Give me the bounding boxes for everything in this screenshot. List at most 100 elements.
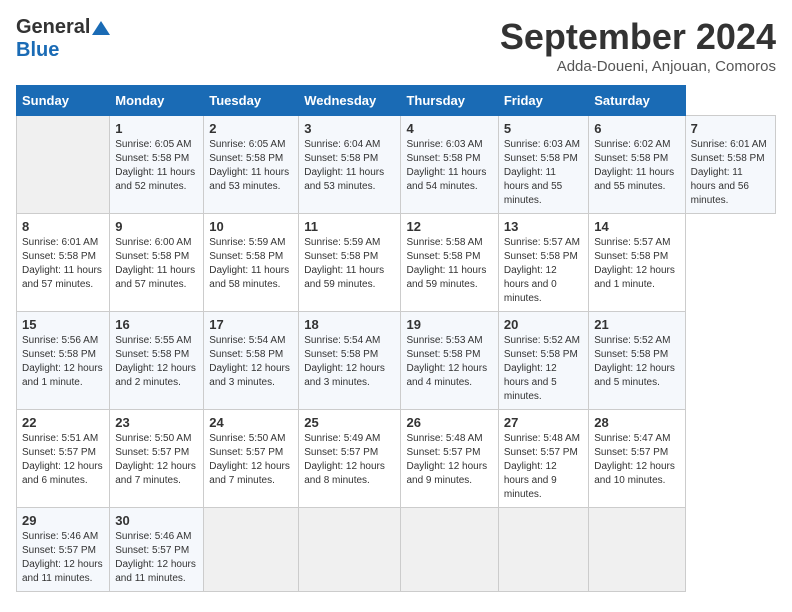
- calendar-week-4: 22Sunrise: 5:51 AMSunset: 5:57 PMDayligh…: [17, 410, 776, 508]
- day-info: Sunrise: 5:58 AMSunset: 5:58 PMDaylight:…: [406, 236, 492, 292]
- calendar-cell: 29 Sunrise: 5:46 AMSunset: 5:57 PMDayligh…: [17, 508, 110, 592]
- calendar-cell: [299, 508, 401, 592]
- calendar-cell: [17, 116, 110, 214]
- page-header: General Blue September 2024 Adda-Doueni,…: [16, 16, 776, 75]
- day-info: Sunrise: 5:57 AMSunset: 5:58 PMDaylight:…: [504, 236, 583, 306]
- calendar-week-2: 8Sunrise: 6:01 AMSunset: 5:58 PMDaylight…: [17, 214, 776, 312]
- day-number: 8: [22, 219, 104, 234]
- day-number: 16: [115, 317, 198, 332]
- calendar-cell: 11 Sunrise: 5:59 AMSunset: 5:58 PMDayligh…: [299, 214, 401, 312]
- day-info: Sunrise: 6:02 AMSunset: 5:58 PMDaylight:…: [594, 138, 679, 194]
- day-info: Sunrise: 6:03 AMSunset: 5:58 PMDaylight:…: [406, 138, 492, 194]
- day-info: Sunrise: 6:05 AMSunset: 5:58 PMDaylight:…: [115, 138, 198, 194]
- day-info: Sunrise: 5:48 AMSunset: 5:57 PMDaylight:…: [504, 432, 583, 502]
- header-cell-wednesday: Wednesday: [299, 86, 401, 116]
- calendar-cell: 13 Sunrise: 5:57 AMSunset: 5:58 PMDayligh…: [498, 214, 588, 312]
- calendar-cell: 30Sunrise: 5:46 AMSunset: 5:57 PMDayligh…: [110, 508, 204, 592]
- calendar-week-1: 1 Sunrise: 6:05 AMSunset: 5:58 PMDaylight…: [17, 116, 776, 214]
- calendar-subtitle: Adda-Doueni, Anjouan, Comoros: [500, 58, 776, 75]
- calendar-cell: 5 Sunrise: 6:03 AMSunset: 5:58 PMDaylight…: [498, 116, 588, 214]
- day-number: 6: [594, 121, 679, 136]
- day-number: 9: [115, 219, 198, 234]
- calendar-cell: 17Sunrise: 5:54 AMSunset: 5:58 PMDayligh…: [204, 312, 299, 410]
- calendar-cell: 26 Sunrise: 5:48 AMSunset: 5:57 PMDayligh…: [401, 410, 498, 508]
- calendar-cell: 9 Sunrise: 6:00 AMSunset: 5:58 PMDaylight…: [110, 214, 204, 312]
- calendar-cell: [204, 508, 299, 592]
- calendar-cell: 25 Sunrise: 5:49 AMSunset: 5:57 PMDayligh…: [299, 410, 401, 508]
- day-number: 19: [406, 317, 492, 332]
- day-number: 7: [691, 121, 770, 136]
- day-info: Sunrise: 6:05 AMSunset: 5:58 PMDaylight:…: [209, 138, 293, 194]
- calendar-cell: [589, 508, 685, 592]
- calendar-cell: 21 Sunrise: 5:52 AMSunset: 5:58 PMDayligh…: [589, 312, 685, 410]
- day-number: 24: [209, 415, 293, 430]
- header-cell-saturday: Saturday: [589, 86, 685, 116]
- day-info: Sunrise: 5:48 AMSunset: 5:57 PMDaylight:…: [406, 432, 492, 488]
- title-section: September 2024 Adda-Doueni, Anjouan, Com…: [500, 16, 776, 75]
- calendar-cell: [498, 508, 588, 592]
- calendar-week-3: 15Sunrise: 5:56 AMSunset: 5:58 PMDayligh…: [17, 312, 776, 410]
- calendar-cell: 14 Sunrise: 5:57 AMSunset: 5:58 PMDayligh…: [589, 214, 685, 312]
- day-number: 18: [304, 317, 395, 332]
- logo: General Blue: [16, 16, 112, 62]
- calendar-cell: 27 Sunrise: 5:48 AMSunset: 5:57 PMDayligh…: [498, 410, 588, 508]
- header-cell-tuesday: Tuesday: [204, 86, 299, 116]
- day-info: Sunrise: 5:49 AMSunset: 5:57 PMDaylight:…: [304, 432, 395, 488]
- header-cell-sunday: Sunday: [17, 86, 110, 116]
- calendar-cell: 20 Sunrise: 5:52 AMSunset: 5:58 PMDayligh…: [498, 312, 588, 410]
- day-number: 27: [504, 415, 583, 430]
- day-number: 2: [209, 121, 293, 136]
- day-info: Sunrise: 5:54 AMSunset: 5:58 PMDaylight:…: [304, 334, 395, 390]
- calendar-cell: [401, 508, 498, 592]
- day-info: Sunrise: 5:59 AMSunset: 5:58 PMDaylight:…: [209, 236, 293, 292]
- calendar-cell: 22Sunrise: 5:51 AMSunset: 5:57 PMDayligh…: [17, 410, 110, 508]
- day-info: Sunrise: 5:59 AMSunset: 5:58 PMDaylight:…: [304, 236, 395, 292]
- day-info: Sunrise: 6:04 AMSunset: 5:58 PMDaylight:…: [304, 138, 395, 194]
- calendar-cell: 8Sunrise: 6:01 AMSunset: 5:58 PMDaylight…: [17, 214, 110, 312]
- header-cell-friday: Friday: [498, 86, 588, 116]
- day-number: 14: [594, 219, 679, 234]
- calendar-header: SundayMondayTuesdayWednesdayThursdayFrid…: [17, 86, 776, 116]
- day-number: 22: [22, 415, 104, 430]
- calendar-title: September 2024: [500, 16, 776, 58]
- calendar-cell: 12Sunrise: 5:58 AMSunset: 5:58 PMDayligh…: [401, 214, 498, 312]
- calendar-cell: 15Sunrise: 5:56 AMSunset: 5:58 PMDayligh…: [17, 312, 110, 410]
- day-number: 4: [406, 121, 492, 136]
- day-number: 13: [504, 219, 583, 234]
- header-cell-monday: Monday: [110, 86, 204, 116]
- day-number: 5: [504, 121, 583, 136]
- logo-triangle-icon: [90, 19, 112, 37]
- day-info: Sunrise: 6:01 AMSunset: 5:58 PMDaylight:…: [691, 138, 770, 208]
- day-info: Sunrise: 5:46 AMSunset: 5:57 PMDaylight:…: [22, 530, 104, 586]
- calendar-cell: 18 Sunrise: 5:54 AMSunset: 5:58 PMDayligh…: [299, 312, 401, 410]
- calendar-cell: 23Sunrise: 5:50 AMSunset: 5:57 PMDayligh…: [110, 410, 204, 508]
- day-number: 11: [304, 219, 395, 234]
- day-number: 10: [209, 219, 293, 234]
- day-number: 29: [22, 513, 104, 528]
- day-info: Sunrise: 5:57 AMSunset: 5:58 PMDaylight:…: [594, 236, 679, 292]
- calendar-cell: 19 Sunrise: 5:53 AMSunset: 5:58 PMDayligh…: [401, 312, 498, 410]
- day-info: Sunrise: 5:52 AMSunset: 5:58 PMDaylight:…: [594, 334, 679, 390]
- day-info: Sunrise: 5:54 AMSunset: 5:58 PMDaylight:…: [209, 334, 293, 390]
- day-info: Sunrise: 5:50 AMSunset: 5:57 PMDaylight:…: [115, 432, 198, 488]
- day-number: 21: [594, 317, 679, 332]
- calendar-cell: 1 Sunrise: 6:05 AMSunset: 5:58 PMDaylight…: [110, 116, 204, 214]
- day-info: Sunrise: 6:03 AMSunset: 5:58 PMDaylight:…: [504, 138, 583, 208]
- calendar-cell: 6 Sunrise: 6:02 AMSunset: 5:58 PMDaylight…: [589, 116, 685, 214]
- calendar-cell: 24Sunrise: 5:50 AMSunset: 5:57 PMDayligh…: [204, 410, 299, 508]
- day-number: 1: [115, 121, 198, 136]
- calendar-table: SundayMondayTuesdayWednesdayThursdayFrid…: [16, 85, 776, 592]
- logo-general: General: [16, 16, 90, 39]
- day-info: Sunrise: 5:47 AMSunset: 5:57 PMDaylight:…: [594, 432, 679, 488]
- day-info: Sunrise: 5:52 AMSunset: 5:58 PMDaylight:…: [504, 334, 583, 404]
- day-number: 25: [304, 415, 395, 430]
- calendar-cell: 10 Sunrise: 5:59 AMSunset: 5:58 PMDayligh…: [204, 214, 299, 312]
- day-info: Sunrise: 6:00 AMSunset: 5:58 PMDaylight:…: [115, 236, 198, 292]
- day-number: 26: [406, 415, 492, 430]
- header-row: SundayMondayTuesdayWednesdayThursdayFrid…: [17, 86, 776, 116]
- calendar-cell: 4 Sunrise: 6:03 AMSunset: 5:58 PMDaylight…: [401, 116, 498, 214]
- logo-blue: Blue: [16, 39, 59, 61]
- day-info: Sunrise: 5:53 AMSunset: 5:58 PMDaylight:…: [406, 334, 492, 390]
- day-number: 20: [504, 317, 583, 332]
- calendar-cell: 3Sunrise: 6:04 AMSunset: 5:58 PMDaylight…: [299, 116, 401, 214]
